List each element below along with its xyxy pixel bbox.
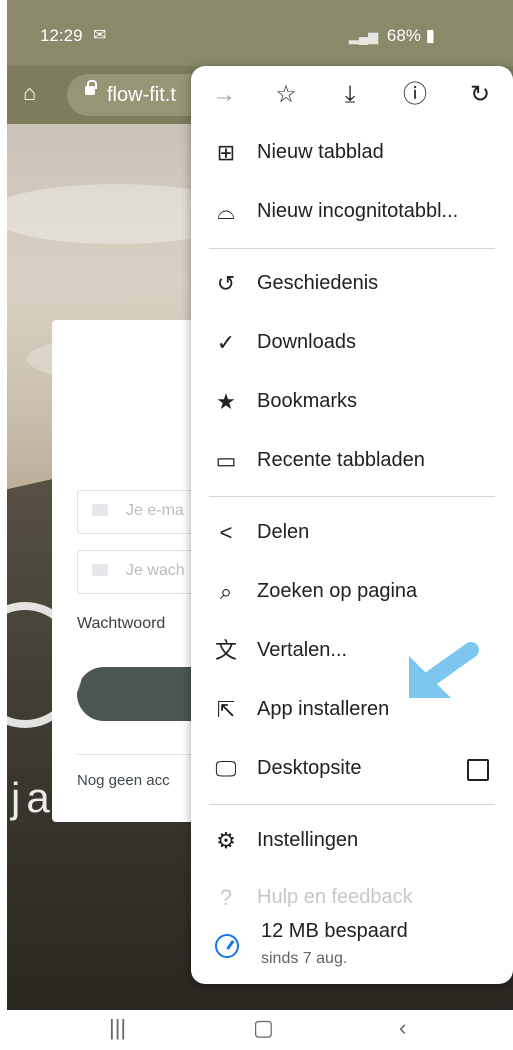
menu-item-settings[interactable]: ⚙ Instellingen: [191, 814, 513, 870]
reload-icon[interactable]: ↻: [465, 80, 495, 110]
menu-item-new-tab[interactable]: ⊞ Nieuw tabblad: [191, 126, 513, 182]
battery-icon: ▮: [425, 26, 435, 45]
home-button-icon[interactable]: ▢: [253, 1015, 274, 1041]
recents-icon[interactable]: |||: [109, 1015, 126, 1041]
history-icon: ↺: [216, 271, 236, 296]
status-time: 12:29: [40, 26, 83, 45]
incognito-icon: ⌓: [217, 199, 235, 224]
menu-item-label: Delen: [257, 521, 310, 543]
system-nav-bar: ||| ▢ ‹: [7, 1010, 513, 1050]
battery-percent: 68%: [386, 26, 421, 45]
signup-prompt[interactable]: Nog geen acc: [77, 772, 170, 789]
menu-item-label: Nieuw incognitotabbl...: [257, 200, 459, 222]
menu-divider: [209, 804, 495, 805]
desktop-site-checkbox[interactable]: [467, 759, 489, 781]
downloads-icon: ✓: [216, 330, 236, 355]
menu-item-label: Instellingen: [257, 829, 359, 851]
back-icon[interactable]: ‹: [399, 1015, 406, 1041]
install-app-icon: ⇱: [216, 697, 236, 722]
settings-icon: ⚙: [216, 828, 236, 853]
menu-item-label: Recente tabbladen: [257, 449, 425, 471]
password-placeholder: Je wach: [126, 562, 185, 579]
new-tab-icon: ⊞: [216, 140, 236, 165]
annotation-arrow-icon: [409, 642, 479, 698]
status-right: ▂▄▆ 68% ▮: [349, 26, 435, 46]
menu-item-label: Bookmarks: [257, 390, 358, 412]
savings-since: sinds 7 aug.: [261, 950, 348, 967]
menu-item-label: Desktopsite: [257, 757, 362, 779]
forward-icon[interactable]: →: [209, 80, 239, 110]
mail-icon: ✉: [93, 27, 107, 44]
data-savings-summary[interactable]: 12 MB bespaard sinds 7 aug.: [191, 912, 513, 984]
menu-item-label: Hulp en feedback: [257, 886, 413, 908]
envelope-icon: [92, 504, 108, 516]
menu-divider: [209, 248, 495, 249]
info-icon[interactable]: ⓘ: [400, 80, 430, 110]
chrome-overflow-menu: → ☆ ⤓ ⓘ ↻ ⊞ Nieuw tabblad ⌓ Nieuw incogn…: [191, 66, 513, 984]
menu-item-label: Geschiedenis: [257, 272, 379, 294]
help-icon: ?: [219, 885, 233, 910]
forgot-password-link[interactable]: Wachtwoord: [77, 615, 165, 633]
hero-text: ja: [11, 774, 56, 821]
find-in-page-icon: ⌕: [219, 579, 233, 604]
star-icon: ★: [216, 389, 236, 414]
menu-item-label: Nieuw tabblad: [257, 141, 384, 163]
home-icon[interactable]: ⌂: [23, 82, 45, 104]
phone-screen: 12:29 ✉ ▂▄▆ 68% ▮ ⌂ flow-fit.t Je e-ma J…: [7, 0, 513, 1050]
lock-icon: [92, 564, 108, 576]
download-icon[interactable]: ⤓: [335, 80, 365, 110]
status-bar: 12:29 ✉ ▂▄▆ 68% ▮: [7, 0, 513, 66]
menu-item-find-in-page[interactable]: ⌕ Zoeken op pagina: [191, 565, 513, 621]
menu-item-recent-tabs[interactable]: ▭ Recente tabbladen: [191, 434, 513, 490]
menu-divider: [209, 496, 495, 497]
desktop-icon: 🖵: [215, 756, 237, 781]
url-text: flow-fit.t: [107, 84, 176, 106]
menu-item-label: Zoeken op pagina: [257, 580, 418, 602]
devices-icon: ▭: [215, 448, 237, 473]
menu-item-bookmarks[interactable]: ★ Bookmarks: [191, 375, 513, 431]
menu-item-label: App installeren: [257, 698, 390, 720]
menu-item-label: Vertalen...: [257, 639, 348, 661]
menu-item-downloads[interactable]: ✓ Downloads: [191, 316, 513, 372]
menu-item-share[interactable]: < Delen: [191, 506, 513, 562]
signal-icon: ▂▄▆: [348, 29, 379, 44]
menu-item-desktop-site[interactable]: 🖵 Desktopsite: [191, 742, 513, 798]
menu-item-label: Downloads: [257, 331, 356, 353]
translate-icon: 文: [214, 638, 237, 663]
menu-item-history[interactable]: ↺ Geschiedenis: [191, 257, 513, 313]
menu-item-incognito[interactable]: ⌓ Nieuw incognitotabbl...: [191, 185, 513, 241]
menu-action-row: → ☆ ⤓ ⓘ ↻: [191, 66, 513, 124]
share-icon: <: [219, 520, 233, 545]
email-placeholder: Je e-ma: [126, 502, 184, 519]
savings-gauge-icon: [215, 934, 239, 958]
savings-amount: 12 MB bespaard: [261, 920, 408, 942]
lock-icon: [85, 80, 97, 95]
bookmark-star-icon[interactable]: ☆: [271, 80, 301, 110]
